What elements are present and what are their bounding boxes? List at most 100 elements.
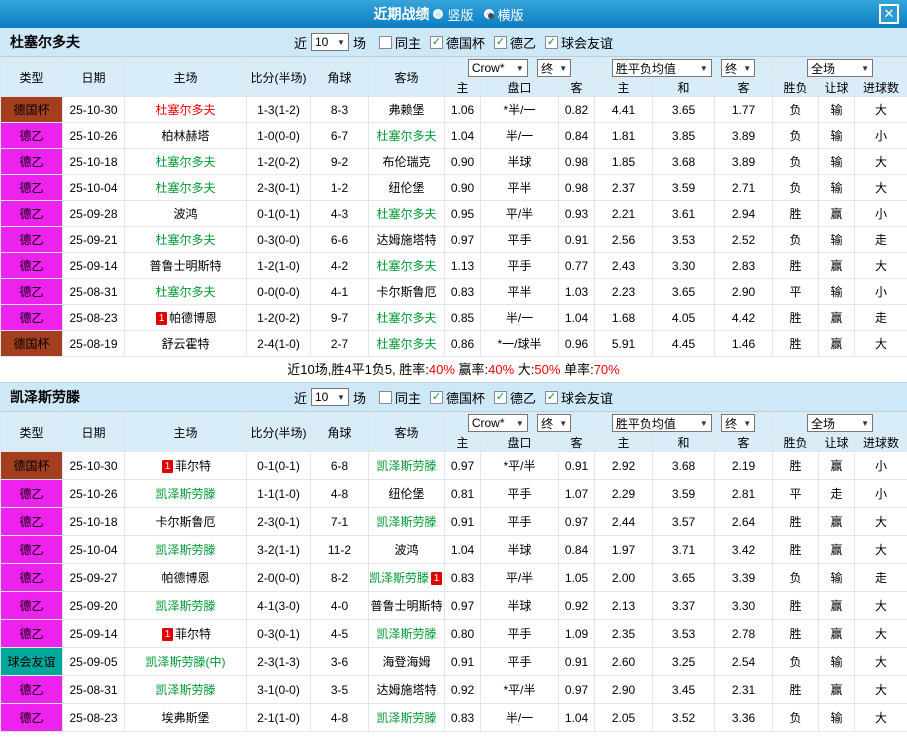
away-team-name[interactable]: 纽伦堡 <box>388 181 424 195</box>
home-team-name[interactable]: 波鸿 <box>173 207 197 221</box>
home-team-cell: 1 菲尔特 <box>124 451 247 480</box>
full-match-select[interactable]: 全场 ▼ <box>807 414 874 432</box>
away-team-name[interactable]: 弗赖堡 <box>388 103 424 117</box>
home-team-name[interactable]: 杜塞尔多夫 <box>155 181 215 195</box>
home-team-name[interactable]: 凯泽斯劳滕(中) <box>146 655 226 669</box>
away-team-name[interactable]: 凯泽斯劳滕 <box>376 711 436 725</box>
asian-away-odds: 0.82 <box>558 96 595 123</box>
final-odds-select[interactable]: 终 ▼ <box>537 59 572 77</box>
away-team-name[interactable]: 凯泽斯劳滕 <box>376 515 436 529</box>
filter-checkbox[interactable]: ✓ 球会友谊 <box>545 388 613 407</box>
away-team-name[interactable]: 凯泽斯劳滕 <box>376 459 436 473</box>
filter-checkbox[interactable]: ✓ 德乙 <box>494 33 536 52</box>
final-odds-select[interactable]: 终 ▼ <box>537 414 572 432</box>
close-icon[interactable]: ✕ <box>879 4 899 24</box>
window-title: 近期战绩 <box>373 6 430 22</box>
filter-checkbox[interactable]: ✓ 德国杯 <box>430 388 485 407</box>
home-team-name[interactable]: 柏林赫塔 <box>161 129 209 143</box>
away-team-name[interactable]: 杜塞尔多夫 <box>376 311 436 325</box>
away-team-name[interactable]: 杜塞尔多夫 <box>376 207 436 221</box>
chevron-down-icon: ▼ <box>743 418 752 428</box>
home-team-name[interactable]: 菲尔特 <box>175 459 211 473</box>
league-badge: 德乙 <box>0 507 63 536</box>
checkbox-checked-icon[interactable]: ✓ <box>494 390 508 404</box>
result-goals: 大 <box>854 330 907 357</box>
league-badge: 德乙 <box>0 619 63 648</box>
summary-text: 40% <box>488 362 515 377</box>
filter-checkbox[interactable]: 同主 <box>378 33 421 52</box>
euro-draw-odds: 3.65 <box>652 563 715 592</box>
corners: 6-6 <box>310 226 369 253</box>
games-count-select[interactable]: 10 ▼ <box>310 388 349 406</box>
checkbox-unchecked-icon[interactable] <box>378 35 392 49</box>
away-team-cell: 海登海姆 <box>368 647 445 676</box>
result-wdl: 平 <box>772 479 820 508</box>
home-team-name[interactable]: 帕德博恩 <box>161 571 209 585</box>
odds-company-select[interactable]: Crow* ▼ <box>467 414 528 432</box>
checkbox-checked-icon[interactable]: ✓ <box>430 35 443 49</box>
checkbox-checked-icon[interactable]: ✓ <box>545 35 559 49</box>
asian-away-odds: 0.93 <box>558 200 595 227</box>
away-team-name[interactable]: 凯泽斯劳滕 <box>376 627 436 641</box>
home-team-name[interactable]: 菲尔特 <box>175 627 211 641</box>
vertical-layout-label[interactable]: 竖版 <box>447 5 473 24</box>
away-team-name[interactable]: 卡尔斯鲁厄 <box>376 285 436 299</box>
filter-checkbox[interactable]: 同主 <box>378 388 421 407</box>
euro-draw-odds: 4.45 <box>652 330 715 357</box>
filter-checkbox[interactable]: ✓ 德乙 <box>494 388 536 407</box>
away-team-name[interactable]: 杜塞尔多夫 <box>376 259 436 273</box>
checkbox-unchecked-icon[interactable] <box>378 390 392 404</box>
home-team-name[interactable]: 埃弗斯堡 <box>161 711 209 725</box>
match-row: 德乙 25-09-14 1 菲尔特 0-3(0-1) 4-5 凯泽斯劳滕 0.80… <box>0 619 907 648</box>
away-team-name[interactable]: 普鲁士明斯特 <box>370 599 442 613</box>
home-team-name[interactable]: 杜塞尔多夫 <box>155 285 215 299</box>
home-team-name[interactable]: 杜塞尔多夫 <box>155 233 215 247</box>
checkbox-checked-icon[interactable]: ✓ <box>494 35 508 49</box>
away-team-name[interactable]: 达姆施塔特 <box>376 233 436 247</box>
wdl-mean-select[interactable]: 胜平负均值 ▼ <box>611 414 712 432</box>
away-team-name[interactable]: 纽伦堡 <box>388 487 424 501</box>
horizontal-layout-radio[interactable] <box>483 9 494 19</box>
home-team-name[interactable]: 帕德博恩 <box>169 311 217 325</box>
away-team-name[interactable]: 杜塞尔多夫 <box>376 129 436 143</box>
score: 2-0(0-0) <box>246 563 311 592</box>
checkbox-checked-icon[interactable]: ✓ <box>545 390 559 404</box>
away-team-cell: 达姆施塔特 <box>368 675 445 704</box>
filter-checkbox[interactable]: ✓ 德国杯 <box>430 33 485 52</box>
home-team-name[interactable]: 普鲁士明斯特 <box>149 259 221 273</box>
home-team-name[interactable]: 卡尔斯鲁厄 <box>155 515 215 529</box>
away-team-name[interactable]: 布伦瑞克 <box>382 155 430 169</box>
away-team-name[interactable]: 凯泽斯劳滕 <box>370 571 430 585</box>
euro-away-odds: 4.42 <box>713 304 774 331</box>
wdl-mean-select[interactable]: 胜平负均值 ▼ <box>611 59 712 77</box>
euro-home-odds: 1.68 <box>594 304 653 331</box>
home-team-name[interactable]: 凯泽斯劳滕 <box>155 543 215 557</box>
final-odds-select-2[interactable]: 终 ▼ <box>721 414 756 432</box>
subcol-wdl: 胜负 <box>772 433 820 452</box>
subcol-asia-home: 主 <box>444 78 481 97</box>
home-team-name[interactable]: 凯泽斯劳滕 <box>155 683 215 697</box>
away-team-name[interactable]: 海登海姆 <box>382 655 430 669</box>
asian-home-odds: 0.97 <box>444 226 481 253</box>
away-team-name[interactable]: 波鸿 <box>394 543 418 557</box>
home-team-name[interactable]: 凯泽斯劳滕 <box>155 487 215 501</box>
home-team-name[interactable]: 杜塞尔多夫 <box>155 103 215 117</box>
home-team-name[interactable]: 杜塞尔多夫 <box>155 155 215 169</box>
result-goals: 大 <box>854 252 907 279</box>
away-team-name[interactable]: 达姆施塔特 <box>376 683 436 697</box>
away-team-name[interactable]: 杜塞尔多夫 <box>376 337 436 351</box>
full-match-select[interactable]: 全场 ▼ <box>807 59 874 77</box>
checkbox-label: 球会友谊 <box>561 35 614 51</box>
horizontal-layout-label[interactable]: 横版 <box>498 5 524 24</box>
home-team-name[interactable]: 凯泽斯劳滕 <box>155 599 215 613</box>
games-count-select[interactable]: 10 ▼ <box>310 33 349 51</box>
odds-company-select[interactable]: Crow* ▼ <box>467 59 528 77</box>
vertical-layout-radio[interactable] <box>433 9 444 19</box>
final-odds-select-2[interactable]: 终 ▼ <box>721 59 756 77</box>
home-team-name[interactable]: 舒云霍特 <box>161 337 209 351</box>
home-team-cell: 杜塞尔多夫 <box>124 278 247 305</box>
checkbox-checked-icon[interactable]: ✓ <box>430 390 443 404</box>
match-date: 25-10-26 <box>62 479 125 508</box>
asian-away-odds: 1.09 <box>558 619 595 648</box>
filter-checkbox[interactable]: ✓ 球会友谊 <box>545 33 613 52</box>
